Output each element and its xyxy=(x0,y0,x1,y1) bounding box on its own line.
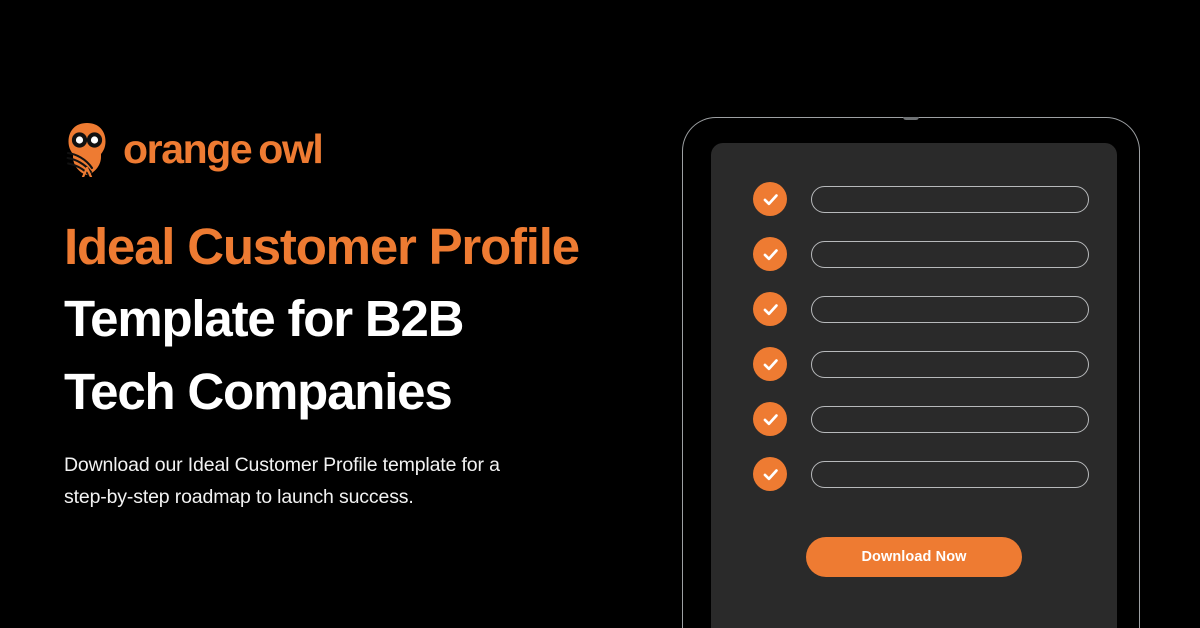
check-icon xyxy=(753,402,787,436)
check-icon xyxy=(753,182,787,216)
tablet-camera-notch xyxy=(903,117,919,120)
checklist-field[interactable] xyxy=(811,460,1089,488)
owl-icon xyxy=(66,123,106,177)
download-now-button[interactable]: Download Now xyxy=(806,537,1022,577)
headline-line-2: Template for B2B xyxy=(64,290,464,348)
check-icon xyxy=(753,237,787,271)
brand-wordmark: orange owl xyxy=(123,125,324,172)
headline-line-1: Ideal Customer Profile xyxy=(64,218,580,275)
tablet-mockup: Download Now xyxy=(682,117,1140,628)
checklist-field[interactable] xyxy=(811,240,1089,268)
tablet-screen: Download Now xyxy=(711,143,1117,628)
list-item[interactable] xyxy=(753,292,1089,326)
wordmark-owl: owl xyxy=(258,125,324,172)
checklist xyxy=(753,182,1089,512)
check-icon xyxy=(753,347,787,381)
checklist-field[interactable] xyxy=(811,185,1089,213)
check-icon xyxy=(753,457,787,491)
headline-line-3: Tech Companies xyxy=(64,362,453,420)
list-item[interactable] xyxy=(753,347,1089,381)
list-item[interactable] xyxy=(753,237,1089,271)
list-item[interactable] xyxy=(753,402,1089,436)
checklist-field[interactable] xyxy=(811,405,1089,433)
list-item[interactable] xyxy=(753,457,1089,491)
wordmark-orange: orange xyxy=(123,125,253,172)
checklist-field[interactable] xyxy=(811,295,1089,323)
list-item[interactable] xyxy=(753,182,1089,216)
page-title: Ideal Customer Profile Template for B2B … xyxy=(64,211,684,428)
check-icon xyxy=(753,292,787,326)
content-column: orange owl Ideal Customer Profile Templat… xyxy=(64,118,684,513)
promo-banner: orange owl Ideal Customer Profile Templat… xyxy=(0,0,1200,628)
subtitle: Download our Ideal Customer Profile temp… xyxy=(64,450,684,513)
checklist-field[interactable] xyxy=(811,350,1089,378)
brand-logo[interactable]: orange owl xyxy=(64,118,684,180)
subtitle-line-1: Download our Ideal Customer Profile temp… xyxy=(64,454,500,477)
subtitle-line-2: step-by-step roadmap to launch success. xyxy=(64,485,414,508)
download-button-container: Download Now xyxy=(711,537,1117,577)
